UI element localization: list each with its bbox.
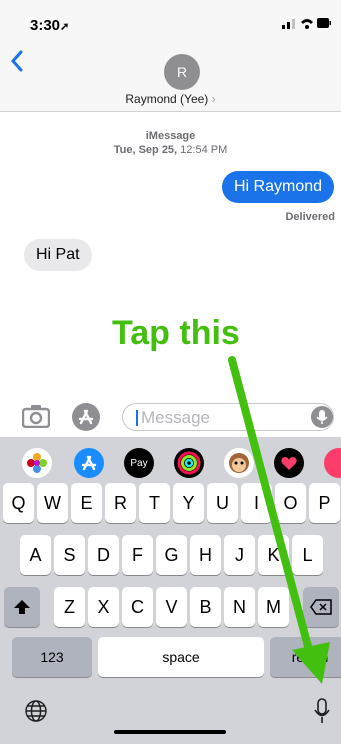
activity-app-icon[interactable]: [174, 448, 204, 478]
contact-avatar[interactable]: R: [164, 54, 200, 90]
key-a[interactable]: A: [20, 535, 51, 575]
status-icons: [282, 18, 331, 29]
globe-icon[interactable]: [24, 699, 48, 723]
key-t[interactable]: T: [139, 483, 170, 523]
dictation-button[interactable]: [311, 406, 333, 428]
key-q[interactable]: Q: [3, 483, 34, 523]
key-h[interactable]: H: [190, 535, 221, 575]
key-n[interactable]: N: [224, 587, 255, 627]
photos-app-icon[interactable]: [22, 448, 52, 478]
app-store-button[interactable]: [72, 403, 100, 431]
app-store-app-icon[interactable]: [74, 448, 104, 478]
message-timestamp: Tue, Sep 25, 12:54 PM: [113, 144, 228, 156]
key-j[interactable]: J: [224, 535, 255, 575]
shift-icon: [14, 600, 30, 614]
key-o[interactable]: O: [275, 483, 306, 523]
key-v[interactable]: V: [156, 587, 187, 627]
delivered-status: Delivered: [285, 211, 335, 223]
key-r[interactable]: R: [105, 483, 136, 523]
key-x[interactable]: X: [88, 587, 119, 627]
app-store-icon: [78, 409, 94, 425]
key-i[interactable]: I: [241, 483, 272, 523]
microphone-icon[interactable]: [312, 697, 332, 725]
shift-key[interactable]: [4, 587, 40, 627]
tap-this-annotation: Tap this: [112, 314, 240, 352]
key-u[interactable]: U: [207, 483, 238, 523]
incoming-message-bubble[interactable]: Hi Pat: [24, 239, 92, 271]
return-key[interactable]: return: [270, 637, 341, 677]
digital-touch-app-icon[interactable]: [274, 448, 304, 478]
contact-name[interactable]: Raymond (Yee) ›: [0, 92, 341, 106]
key-f[interactable]: F: [122, 535, 153, 575]
key-y[interactable]: Y: [173, 483, 204, 523]
key-s[interactable]: S: [54, 535, 85, 575]
outgoing-message-bubble[interactable]: Hi Raymond: [222, 171, 335, 203]
text-cursor: [136, 410, 138, 426]
chevron-right-icon: ›: [211, 92, 216, 106]
microphone-icon: [316, 410, 328, 424]
apple-pay-app-icon[interactable]: Pay: [124, 448, 154, 478]
animoji-app-icon[interactable]: [224, 448, 254, 478]
key-e[interactable]: E: [71, 483, 102, 523]
key-b[interactable]: B: [190, 587, 221, 627]
status-time: 3:30➚: [30, 17, 70, 34]
backspace-icon: [310, 599, 332, 615]
service-label: iMessage: [145, 130, 196, 142]
delete-key[interactable]: [303, 587, 339, 627]
key-l[interactable]: L: [292, 535, 323, 575]
message-placeholder: Message: [141, 408, 210, 427]
back-chevron-icon[interactable]: [10, 50, 24, 72]
key-m[interactable]: M: [258, 587, 289, 627]
key-d[interactable]: D: [88, 535, 119, 575]
key-w[interactable]: W: [37, 483, 68, 523]
key-k[interactable]: K: [258, 535, 289, 575]
camera-icon[interactable]: [22, 404, 50, 428]
imessage-apps-row: Pay: [0, 442, 341, 478]
home-indicator: [114, 730, 226, 734]
key-c[interactable]: C: [122, 587, 153, 627]
key-g[interactable]: G: [156, 535, 187, 575]
web-app-icon[interactable]: [324, 448, 341, 478]
key-p[interactable]: P: [309, 483, 340, 523]
space-key[interactable]: space: [98, 637, 264, 677]
key-z[interactable]: Z: [54, 587, 85, 627]
numbers-key[interactable]: 123: [12, 637, 92, 677]
